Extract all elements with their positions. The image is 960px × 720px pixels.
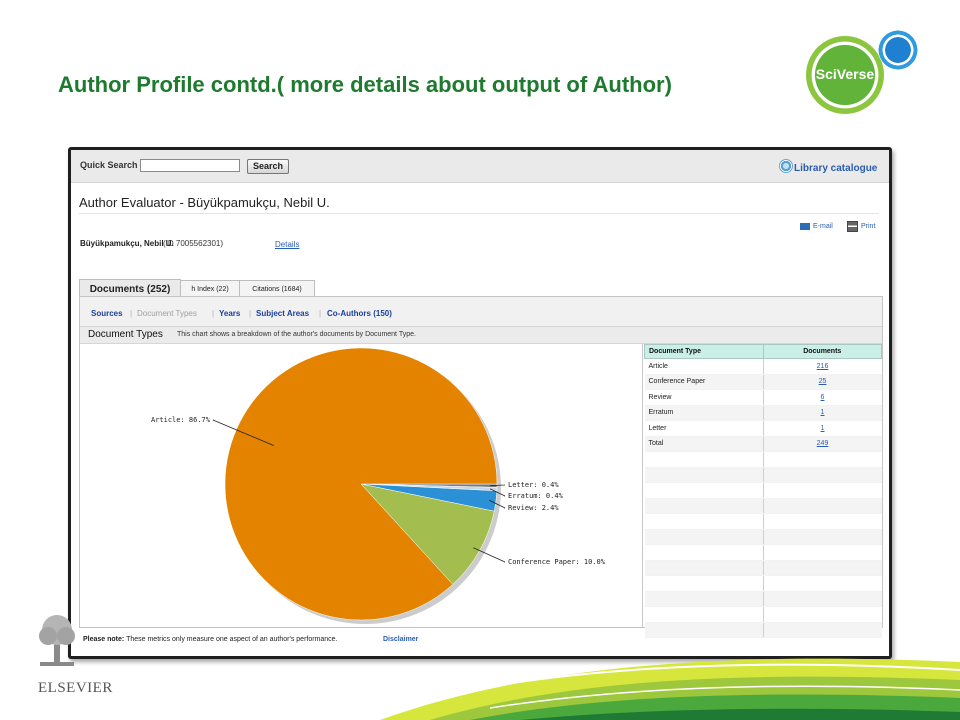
count-link[interactable]: 25 [762,374,882,390]
table-row-empty [644,451,882,468]
section-header: Document Types This chart shows a breakd… [80,327,882,344]
browser-screen: Quick Search Search Library catalogue Au… [71,150,889,656]
table-row-empty [644,513,882,530]
pie-label: Article: 86.7% [151,416,211,424]
details-link[interactable]: Details [275,240,299,249]
type-cell: Erratum [644,405,763,421]
author-name: Büyükpamukçu, Nebil U. [80,239,174,248]
title-divider [79,213,879,214]
table-row: Erratum 1 [644,405,882,421]
empty-cell [644,560,763,576]
sciverse-orb-icon [878,30,918,70]
table-row-empty [644,467,882,483]
type-cell: Review [644,389,763,406]
empty-cell [644,544,763,561]
subnav-separator: | [212,309,215,318]
empty-cell [644,498,763,514]
empty-cell [762,529,882,545]
pie-label: Conference Paper: 10.0% [508,558,606,566]
empty-cell [644,529,763,545]
pie-label: Review: 2.4% [508,504,559,512]
type-cell: Letter [644,420,763,437]
page-title: Author Evaluator - Büyükpamukçu, Nebil U… [79,195,330,210]
screenshot-frame: Quick Search Search Library catalogue Au… [68,147,892,659]
empty-cell [644,451,763,468]
table-row: Letter 1 [644,420,882,437]
empty-cell [762,482,882,499]
email-icon[interactable] [800,223,810,230]
print-icon[interactable] [847,221,858,232]
empty-cell [762,560,882,576]
author-id: (ID 7005562301) [163,239,224,248]
count-link[interactable]: 6 [762,389,882,406]
documents-panel: Sources | Document Types | Years | Subje… [79,296,883,638]
empty-cell [762,575,882,592]
section-title: Document Types [88,329,163,340]
table-row-empty [644,575,882,592]
table-header-type: Document Type [644,344,764,359]
subnav-years[interactable]: Years [219,309,240,318]
pie-label: Erratum: 0.4% [508,492,564,500]
search-input[interactable] [140,159,240,172]
empty-cell [762,513,882,530]
table-row-empty [644,529,882,545]
table-row: Total 249 [644,436,882,452]
sciverse-logo: SciVerse [806,36,884,114]
email-link[interactable]: E-mail [813,223,833,230]
document-subnav: Sources | Document Types | Years | Subje… [80,297,882,327]
subnav-separator: | [130,309,133,318]
document-types-pie-chart: Article: 86.7% Conference Paper: 10.0% Rev… [151,347,606,624]
slide-title: Author Profile contd.( more details abou… [58,72,672,97]
search-button[interactable]: Search [247,159,289,174]
table-row: Conference Paper 25 [644,374,882,390]
sciverse-logo-text: SciVerse [815,66,875,82]
type-cell: Conference Paper [644,374,763,390]
empty-cell [762,467,882,483]
type-cell: Total [644,436,763,452]
library-catalogue-icon[interactable] [779,159,793,173]
empty-cell [644,482,763,499]
count-link[interactable]: 249 [762,436,882,452]
decorative-swoosh [380,658,960,720]
table-row-empty [644,498,882,514]
empty-cell [762,544,882,561]
subnav-co-authors[interactable]: Co-Authors (150) [327,309,392,318]
document-types-table: Document Type Documents Article 216 Confe… [644,344,882,638]
print-link[interactable]: Print [861,223,875,230]
type-cell: Article [644,358,763,375]
quick-search-bar: Quick Search Search Library catalogue [71,150,889,183]
library-catalogue-link[interactable]: Library catalogue [794,163,877,174]
table-row-empty [644,482,882,499]
quick-search-label: Quick Search [80,160,138,170]
subnav-subject-areas[interactable]: Subject Areas [256,309,309,318]
table-row-empty [644,544,882,561]
table-header-documents: Documents [762,344,882,359]
empty-cell [644,513,763,530]
subnav-separator: | [249,309,252,318]
chart-table-divider [642,344,643,627]
table-row: Review 6 [644,389,882,406]
subnav-sources[interactable]: Sources [91,309,123,318]
subnav-document-types[interactable]: Document Types [137,309,197,318]
section-description: This chart shows a breakdown of the auth… [177,331,416,338]
count-link[interactable]: 1 [762,420,882,437]
count-link[interactable]: 216 [762,358,882,375]
empty-cell [644,575,763,592]
empty-cell [762,451,882,468]
table-row: Article 216 [644,358,882,375]
empty-cell [762,498,882,514]
table-row-empty [644,560,882,576]
subnav-separator: | [319,309,322,318]
empty-cell [644,467,763,483]
count-link[interactable]: 1 [762,405,882,421]
pie-label: Letter: 0.4% [508,481,559,489]
